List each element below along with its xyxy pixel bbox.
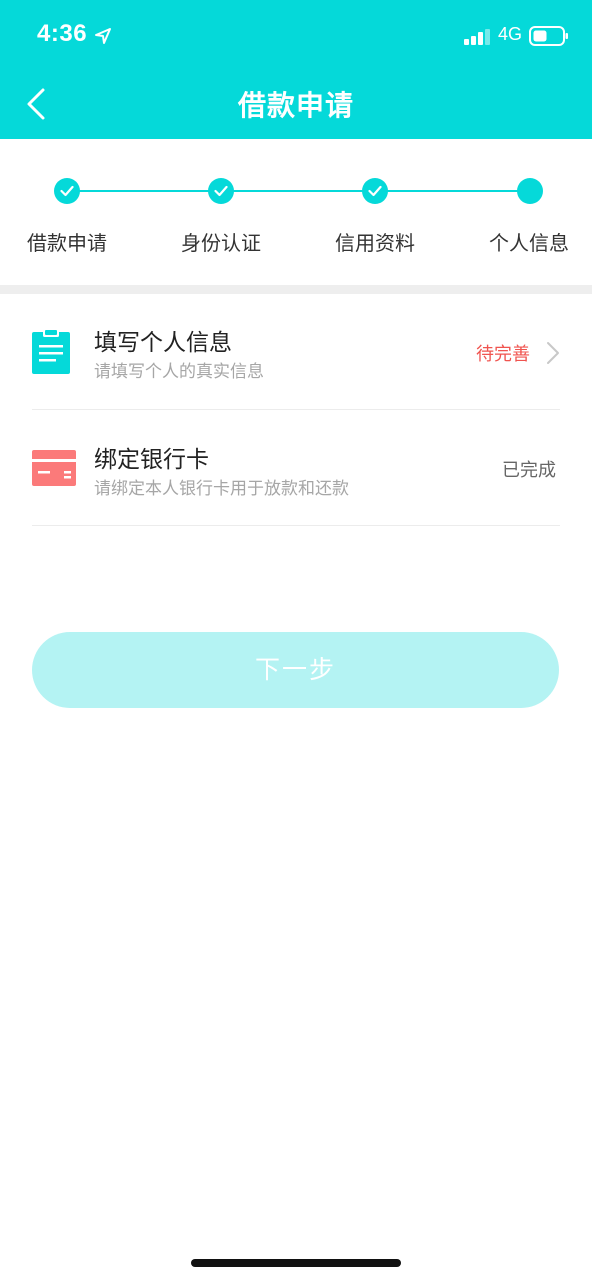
status-badge: 已完成 — [502, 460, 556, 481]
item-subtitle: 请绑定本人银行卡用于放款和还款 — [94, 479, 349, 499]
bind-bank-card-item[interactable]: 绑定银行卡 请绑定本人银行卡用于放款和还款 已完成 — [0, 410, 592, 526]
status-time: 4:36 — [37, 20, 88, 47]
step-label: 借款申请 — [27, 231, 107, 255]
item-title: 绑定银行卡 — [94, 447, 209, 473]
personal-info-item[interactable]: 填写个人信息 请填写个人的真实信息 待完善 — [0, 294, 592, 410]
step-dot-done — [208, 178, 234, 204]
battery-icon — [529, 26, 568, 46]
step-label: 个人信息 — [489, 231, 569, 255]
step-dot-done — [54, 178, 80, 204]
signal-bars-icon — [464, 29, 490, 45]
home-indicator — [191, 1259, 401, 1267]
step-dot-current — [517, 178, 543, 204]
check-icon — [368, 185, 382, 197]
step-dot-done — [362, 178, 388, 204]
chevron-right-icon — [547, 342, 559, 364]
section-divider — [0, 285, 592, 294]
page-title: 借款申请 — [237, 89, 354, 122]
item-subtitle: 请填写个人的真实信息 — [94, 362, 264, 382]
app-header: 4:36 4G 借款申请 — [0, 0, 592, 139]
check-icon — [214, 185, 228, 197]
network-type: 4G — [498, 24, 523, 44]
next-step-button[interactable]: 下一步 — [32, 632, 559, 708]
clipboard-icon — [32, 328, 70, 374]
check-icon — [60, 185, 74, 197]
bank-card-icon — [32, 450, 76, 486]
row-separator — [32, 525, 560, 526]
item-title: 填写个人信息 — [94, 330, 232, 356]
progress-steps: 借款申请 身份认证 信用资料 个人信息 — [0, 139, 592, 285]
step-label: 信用资料 — [335, 231, 415, 255]
status-badge: 待完善 — [476, 344, 530, 365]
step-connector — [67, 190, 530, 192]
step-label: 身份认证 — [181, 231, 261, 255]
location-arrow-icon — [95, 28, 111, 44]
